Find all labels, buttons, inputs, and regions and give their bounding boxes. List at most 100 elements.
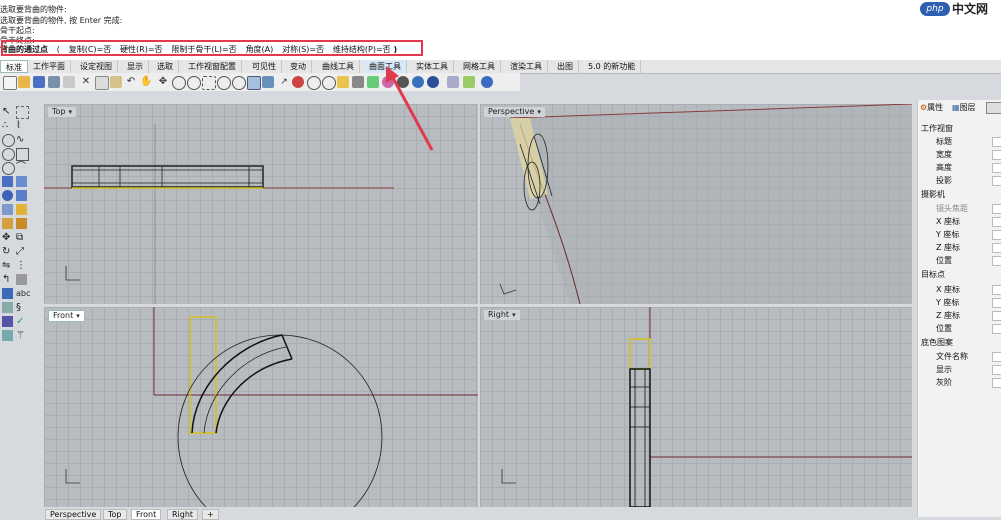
field-target-x[interactable] — [992, 285, 1001, 295]
sphere-icon[interactable] — [2, 190, 13, 201]
scale-icon[interactable]: ⤢ — [16, 246, 27, 257]
tab-right[interactable]: Right — [167, 509, 199, 520]
copy-icon[interactable] — [95, 76, 109, 90]
tab-viewport-layout[interactable]: 工作视窗配置 — [183, 60, 242, 73]
target-position-button[interactable] — [992, 324, 1001, 334]
field-height[interactable] — [992, 163, 1001, 173]
field-camera-x[interactable] — [992, 217, 1001, 227]
circle-icon[interactable] — [2, 134, 15, 147]
open-folder-icon[interactable] — [18, 76, 30, 88]
box-icon[interactable] — [16, 190, 27, 201]
print-icon[interactable] — [48, 76, 60, 88]
color-icon[interactable] — [382, 76, 394, 88]
four-views-icon[interactable] — [247, 76, 261, 90]
cut-icon[interactable]: ✕ — [80, 76, 92, 88]
field-target-z[interactable] — [992, 311, 1001, 321]
field-lens[interactable] — [992, 204, 1001, 214]
boolean-icon[interactable] — [16, 204, 27, 215]
viewport-top[interactable]: Top ▾ — [44, 104, 478, 304]
environment-icon[interactable] — [427, 76, 439, 88]
add-tab-button[interactable]: + — [202, 509, 219, 520]
text-icon[interactable]: abc — [16, 288, 30, 299]
copy-tool-icon[interactable]: ⧉ — [16, 232, 27, 243]
pan-icon[interactable]: ✋ — [140, 76, 152, 88]
plugin-icon[interactable] — [463, 76, 475, 88]
field-projection[interactable] — [992, 176, 1001, 186]
viewport-perspective[interactable]: Perspective ▾ — [480, 104, 912, 304]
options-icon[interactable] — [447, 76, 459, 88]
material-sphere-icon[interactable] — [412, 76, 424, 88]
grid-snap-icon[interactable] — [2, 302, 13, 313]
field-filename[interactable] — [992, 352, 1001, 362]
viewport-title-perspective[interactable]: Perspective ▾ — [484, 107, 545, 117]
record-icon[interactable] — [292, 76, 304, 88]
tab-properties[interactable]: ⚙属性 — [920, 102, 943, 114]
camera-position-button[interactable] — [992, 256, 1001, 266]
tab-new-in-v5[interactable]: 5.0 的新功能 — [583, 60, 642, 73]
import-icon[interactable] — [63, 76, 75, 88]
tab-perspective[interactable]: Perspective — [45, 509, 102, 520]
dimension-icon[interactable] — [2, 288, 13, 299]
lock-icon[interactable] — [352, 76, 364, 88]
tab-drafting[interactable]: 出图 — [552, 60, 579, 73]
rotate-view-icon[interactable]: ✥ — [157, 76, 169, 88]
split-icon[interactable] — [2, 218, 13, 229]
tab-solid-tools[interactable]: 实体工具 — [411, 60, 454, 73]
undo-icon[interactable]: ↶ — [125, 76, 137, 88]
tab-top[interactable]: Top — [103, 509, 127, 520]
fillet-icon[interactable]: ⌒ — [16, 162, 27, 173]
mirror-icon[interactable]: ⇋ — [2, 260, 13, 271]
paste-icon[interactable] — [110, 76, 122, 88]
tab-visibility[interactable]: 可见性 — [247, 60, 282, 73]
checkbox-show[interactable] — [992, 365, 1001, 375]
select-window-icon[interactable] — [16, 106, 29, 119]
viewport-title-front[interactable]: Front ▾ — [48, 310, 85, 322]
arrow-icon[interactable]: ↗ — [278, 76, 290, 88]
panel-more-icon[interactable] — [986, 102, 1001, 114]
select-arrow-icon[interactable]: ↖ — [2, 106, 13, 117]
field-target-y[interactable] — [992, 298, 1001, 308]
join-icon[interactable] — [16, 218, 27, 229]
viewport-layout-icon[interactable] — [262, 76, 274, 88]
analyze-icon[interactable]: § — [16, 302, 27, 313]
viewport-right[interactable]: Right ▾ — [480, 307, 912, 507]
viewport-title-right[interactable]: Right ▾ — [484, 310, 520, 320]
curve-icon[interactable]: ∿ — [16, 134, 27, 145]
tab-front[interactable]: Front — [131, 509, 162, 520]
rotate-icon[interactable]: ↻ — [2, 246, 13, 257]
move-icon[interactable]: ✥ — [2, 232, 13, 243]
layer-icon[interactable] — [367, 76, 379, 88]
twist-icon[interactable] — [16, 274, 27, 285]
point-icon[interactable]: ∴ — [2, 120, 13, 131]
zoom-all-icon[interactable] — [232, 76, 246, 90]
layer-tool-icon[interactable] — [2, 316, 13, 327]
tab-display[interactable]: 显示 — [122, 60, 149, 73]
rectangle-icon[interactable] — [16, 148, 29, 161]
tab-render-tools[interactable]: 渲染工具 — [505, 60, 548, 73]
zoom-icon[interactable] — [172, 76, 186, 90]
tab-transform[interactable]: 变动 — [285, 60, 312, 73]
zoom-window-icon[interactable] — [187, 76, 201, 90]
field-camera-y[interactable] — [992, 230, 1001, 240]
zoom-selected-icon[interactable] — [217, 76, 231, 90]
extrude-icon[interactable] — [16, 176, 27, 187]
viewport-front[interactable]: Front ▾ — [44, 307, 478, 507]
field-width[interactable] — [992, 150, 1001, 160]
help-icon[interactable] — [481, 76, 493, 88]
lightbulb-icon[interactable] — [337, 76, 349, 88]
zoom-extents-icon[interactable] — [202, 76, 216, 90]
render-tool-icon[interactable] — [2, 330, 13, 341]
tab-layers[interactable]: ▦图层 — [952, 102, 976, 114]
array-icon[interactable]: ⋮ — [16, 260, 27, 271]
surface-icon[interactable] — [2, 176, 13, 187]
polyline-icon[interactable]: ⌇ — [16, 120, 27, 131]
checkbox-gray[interactable] — [992, 378, 1001, 388]
field-title[interactable] — [992, 137, 1001, 147]
magic-icon[interactable]: ⚚ — [16, 330, 27, 341]
bend-icon[interactable]: ↰ — [2, 274, 13, 285]
field-camera-z[interactable] — [992, 243, 1001, 253]
check-mark-icon[interactable]: ✓ — [16, 316, 27, 327]
tab-curve-tools[interactable]: 曲线工具 — [317, 60, 360, 73]
check-icon[interactable] — [322, 76, 336, 90]
ellipse-icon[interactable] — [2, 162, 15, 175]
